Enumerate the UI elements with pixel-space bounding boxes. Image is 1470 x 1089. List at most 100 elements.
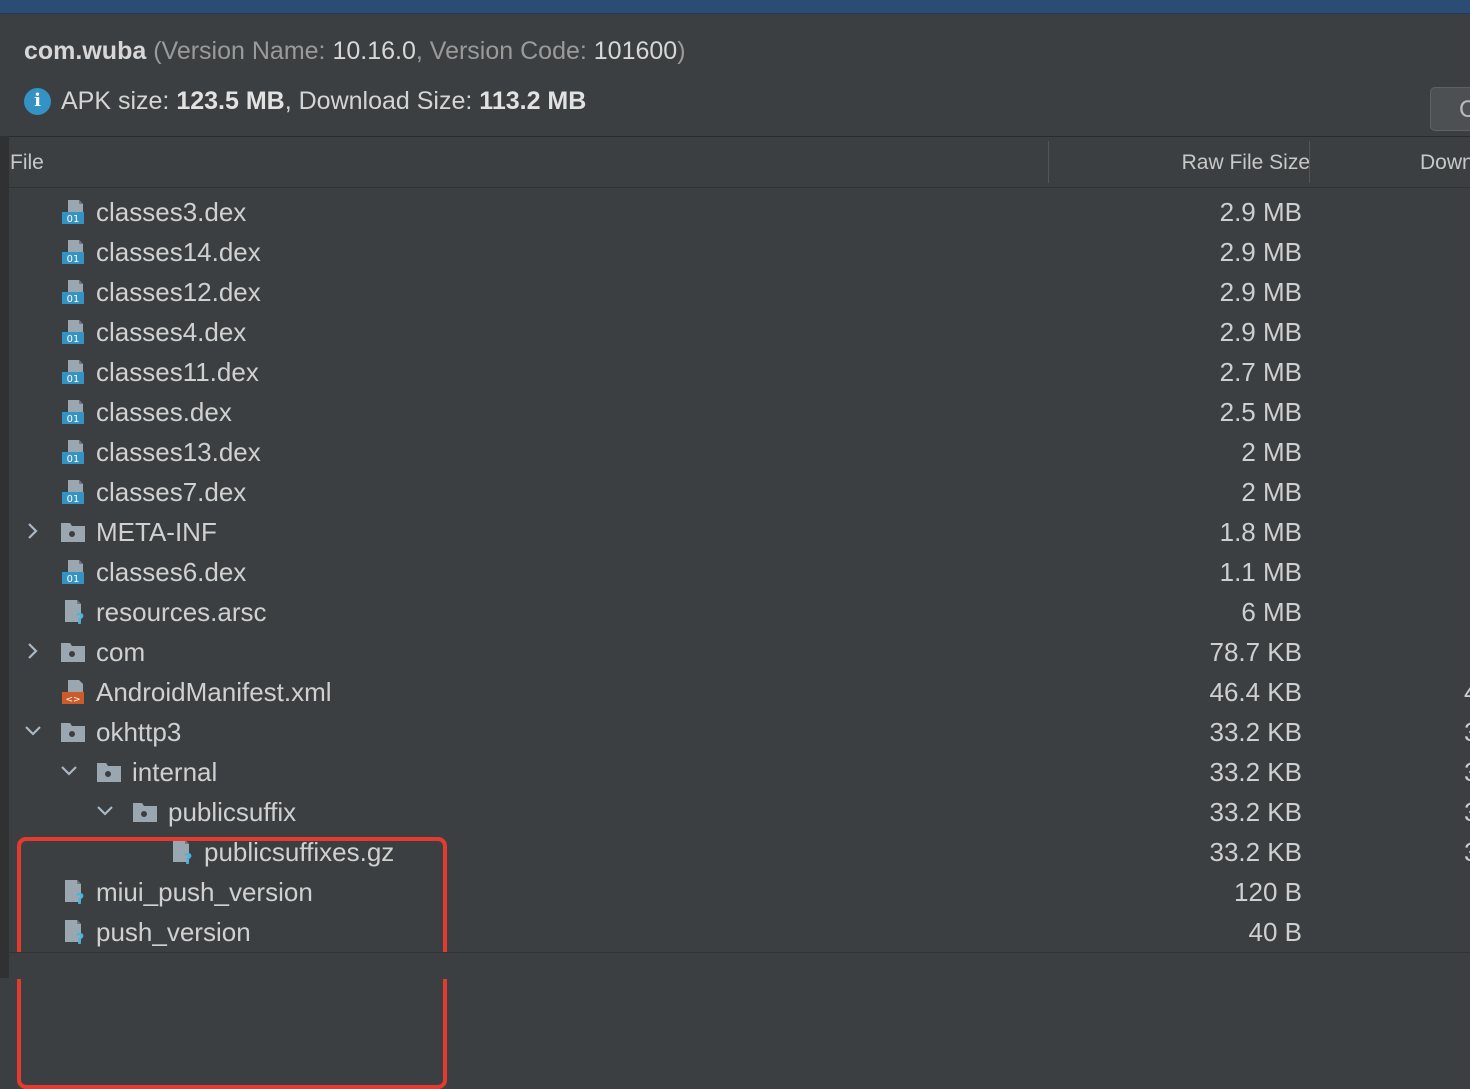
dex-file-icon: 01 — [59, 479, 87, 505]
raw-file-size: 2.7 MB — [1219, 357, 1302, 387]
svg-text:<>: <> — [65, 695, 80, 705]
file-name: classes14.dex — [96, 237, 261, 267]
raw-file-size: 33.2 KB — [1209, 717, 1302, 747]
dex-file-icon: 01 — [59, 399, 87, 425]
folder-icon — [59, 719, 87, 745]
table-row[interactable]: 01 classes11.dex 2.7 MB — [9, 351, 1470, 391]
chevron-down-icon[interactable] — [23, 711, 43, 751]
table-row[interactable]: internal 33.2 KB 3 — [9, 751, 1470, 791]
download-size: 4 — [1464, 671, 1470, 711]
svg-text:01: 01 — [67, 414, 80, 425]
raw-file-size: 2.9 MB — [1219, 317, 1302, 347]
top-panel-strip — [0, 0, 1470, 14]
download-size: 3 — [1464, 751, 1470, 791]
svg-text:01: 01 — [67, 494, 80, 505]
file-name: okhttp3 — [96, 717, 182, 747]
table-row[interactable]: 01 classes7.dex 2 MB — [9, 471, 1470, 511]
file-name: AndroidManifest.xml — [96, 677, 332, 707]
download-size-label: Download Size: — [298, 87, 473, 115]
raw-file-size: 33.2 KB — [1209, 797, 1302, 827]
dex-file-icon: 01 — [59, 239, 87, 265]
file-name: resources.arsc — [96, 597, 267, 627]
table-header: File Raw File Size Down — [9, 137, 1470, 188]
apk-size-label: APK size: — [61, 87, 170, 115]
svg-text:01: 01 — [67, 454, 80, 465]
dex-file-icon: 01 — [59, 559, 87, 585]
folder-icon — [95, 759, 123, 785]
table-row[interactable]: 01 classes3.dex 2.9 MB — [9, 191, 1470, 231]
table-row[interactable]: 01 classes.dex 2.5 MB — [9, 391, 1470, 431]
dex-file-icon: 01 — [59, 359, 87, 385]
svg-text:01: 01 — [67, 334, 80, 345]
table-row[interactable]: okhttp3 33.2 KB 3 — [9, 711, 1470, 751]
raw-file-size: 120 B — [1234, 877, 1302, 907]
chevron-down-icon[interactable] — [59, 751, 79, 791]
raw-file-size: 33.2 KB — [1209, 837, 1302, 867]
table-row[interactable]: <> AndroidManifest.xml 46.4 KB 4 — [9, 671, 1470, 711]
apk-size-line: i APK size: 123.5 MB, Download Size: 113… — [24, 86, 586, 116]
table-row[interactable]: 01 classes4.dex 2.9 MB — [9, 311, 1470, 351]
dex-file-icon: 01 — [59, 279, 87, 305]
folder-icon — [59, 639, 87, 665]
file-name: classes13.dex — [96, 437, 261, 467]
chevron-right-icon[interactable] — [23, 511, 43, 551]
raw-file-size: 2.9 MB — [1219, 237, 1302, 267]
raw-file-size: 1.8 MB — [1219, 517, 1302, 547]
raw-file-size: 1.1 MB — [1219, 557, 1302, 587]
file-name: META-INF — [96, 517, 217, 547]
raw-file-size: 6 MB — [1241, 597, 1302, 627]
folder-icon — [131, 799, 159, 825]
file-name: classes4.dex — [96, 317, 247, 347]
info-icon: i — [24, 87, 51, 115]
download-size-value: 113.2 MB — [479, 87, 587, 115]
table-row[interactable]: 01 classes12.dex 2.9 MB — [9, 271, 1470, 311]
file-name: com — [96, 637, 146, 667]
download-size: 3 — [1464, 711, 1470, 751]
column-header-download-size[interactable]: Down — [1420, 137, 1470, 187]
table-row[interactable]: 01 classes13.dex 2 MB — [9, 431, 1470, 471]
file-name: classes.dex — [96, 397, 232, 427]
column-header-file[interactable]: File — [10, 137, 44, 187]
compare-button[interactable]: C — [1430, 87, 1470, 131]
apk-file-tree-table[interactable]: File Raw File Size Down 01 classes3.dex 2.… — [9, 136, 1470, 1089]
version-name-label: Version Name: — [161, 37, 326, 65]
apk-summary-header: com.wuba (Version Name: 10.16.0, Version… — [0, 14, 1470, 136]
window-left-edge — [0, 0, 9, 978]
apk-size-value: 123.5 MB — [176, 87, 285, 115]
table-row[interactable]: com 78.7 KB — [9, 631, 1470, 671]
chevron-right-icon[interactable] — [23, 631, 43, 671]
folder-icon — [59, 519, 87, 545]
svg-text:01: 01 — [67, 214, 80, 225]
version-code: 101600 — [593, 37, 678, 65]
raw-file-size: 40 B — [1248, 917, 1303, 947]
raw-file-size: 2.5 MB — [1219, 397, 1302, 427]
raw-file-size: 2.9 MB — [1219, 197, 1302, 227]
version-code-label: Version Code: — [429, 37, 587, 65]
dex-file-icon: 01 — [59, 199, 87, 225]
file-name: classes3.dex — [96, 197, 247, 227]
file-name: classes6.dex — [96, 557, 247, 587]
column-divider[interactable] — [1309, 141, 1310, 183]
raw-file-size: 2 MB — [1241, 437, 1302, 467]
xml-file-icon: <> — [59, 679, 87, 705]
svg-text:01: 01 — [67, 254, 80, 265]
dex-file-icon: 01 — [59, 439, 87, 465]
table-row[interactable]: META-INF 1.8 MB — [9, 511, 1470, 551]
file-name: classes12.dex — [96, 277, 261, 307]
table-row[interactable]: publicsuffix 33.2 KB 3 — [9, 791, 1470, 831]
table-row[interactable]: 01 classes6.dex 1.1 MB — [9, 551, 1470, 591]
table-row[interactable]: ? resources.arsc 6 MB — [9, 591, 1470, 631]
file-name: publicsuffix — [168, 797, 297, 827]
column-header-raw-file-size[interactable]: Raw File Size — [1182, 137, 1310, 187]
svg-text:01: 01 — [67, 294, 80, 305]
table-row[interactable]: 01 classes14.dex 2.9 MB — [9, 231, 1470, 271]
chevron-down-icon[interactable] — [95, 791, 115, 831]
raw-file-size: 2 MB — [1241, 477, 1302, 507]
unknown-file-icon: ? — [59, 599, 87, 628]
file-name: classes7.dex — [96, 477, 247, 507]
dex-file-icon: 01 — [59, 319, 87, 345]
column-divider[interactable] — [1048, 141, 1049, 183]
horizontal-scrollbar[interactable] — [9, 952, 1470, 979]
svg-text:01: 01 — [67, 374, 80, 385]
svg-text:01: 01 — [67, 574, 80, 585]
